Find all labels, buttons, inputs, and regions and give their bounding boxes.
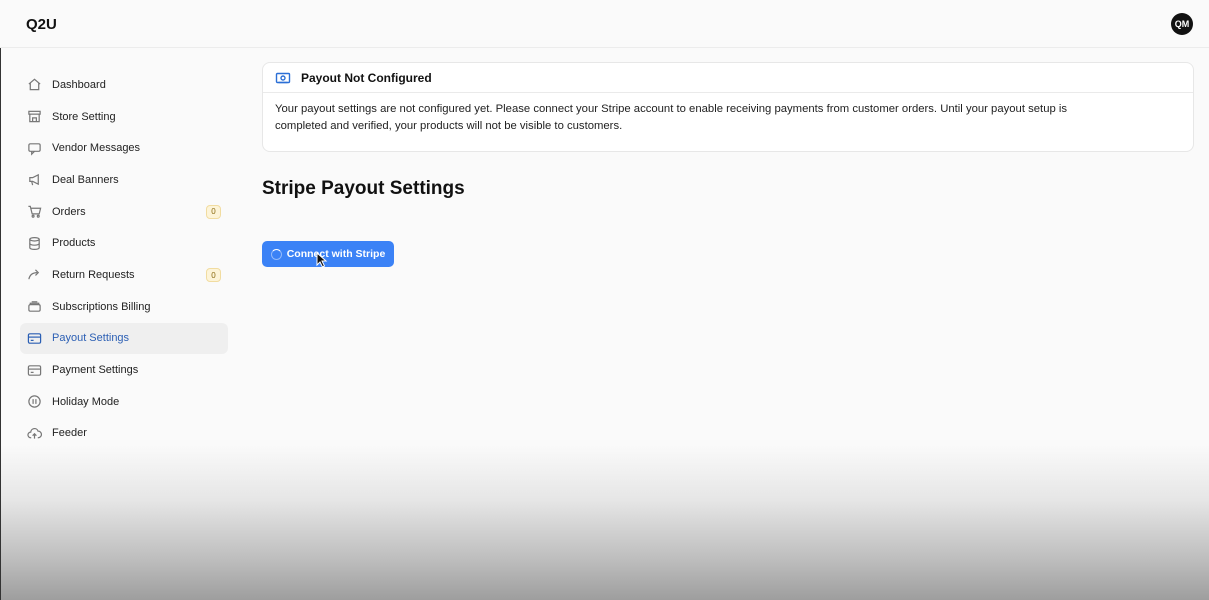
alert-message-line: Your payout settings are not configured … — [275, 103, 1068, 115]
sidebar-item-return-requests[interactable]: Return Requests 0 — [20, 259, 228, 291]
alert-header: Payout Not Configured — [263, 63, 1193, 93]
pause-icon — [26, 394, 42, 410]
sidebar-item-label: Subscriptions Billing — [52, 300, 151, 313]
connect-stripe-button[interactable]: Connect with Stripe — [262, 241, 394, 267]
banknote-icon — [275, 70, 291, 86]
sidebar-item-payment-settings[interactable]: Payment Settings — [20, 354, 228, 386]
connect-stripe-label: Connect with Stripe — [286, 248, 386, 260]
megaphone-icon — [26, 172, 42, 188]
alert-title: Payout Not Configured — [301, 70, 432, 85]
card-icon — [26, 330, 42, 346]
sidebar-item-label: Products — [52, 237, 96, 250]
archive-icon — [26, 299, 42, 315]
page-title: Stripe Payout Settings — [262, 178, 465, 199]
loading-spinner-icon — [270, 248, 282, 260]
alert-message-line: completed and verified, your products wi… — [275, 120, 623, 132]
cart-icon — [26, 204, 42, 220]
store-icon — [26, 109, 42, 125]
mouse-pointer-icon — [316, 252, 328, 268]
sidebar-item-payout-settings[interactable]: Payout Settings — [20, 322, 228, 355]
returns-count-badge: 0 — [206, 268, 221, 283]
sidebar-item-feeder[interactable]: Feeder — [20, 418, 228, 450]
sidebar-item-vendor-messages[interactable]: Vendor Messages — [20, 132, 228, 164]
sidebar-item-label: Dashboard — [52, 78, 106, 91]
sidebar-item-label: Vendor Messages — [52, 142, 141, 155]
orders-count-badge: 0 — [206, 204, 221, 219]
sidebar-item-label: Holiday Mode — [52, 395, 120, 408]
alert-message: Your payout settings are not configured … — [263, 93, 1193, 135]
sidebar: Dashboard Store Setting Vendor Messages … — [20, 69, 228, 449]
app-logo[interactable]: Q2U — [26, 16, 57, 33]
sidebar-item-deal-banners[interactable]: Deal Banners — [20, 164, 228, 196]
database-icon — [26, 235, 42, 251]
sidebar-item-label: Payout Settings — [52, 332, 130, 345]
sidebar-item-dashboard[interactable]: Dashboard — [20, 69, 228, 101]
cloud-upload-icon — [26, 425, 42, 441]
message-icon — [26, 140, 42, 156]
return-arrow-icon — [26, 267, 42, 283]
sidebar-item-subscriptions-billing[interactable]: Subscriptions Billing — [20, 291, 228, 323]
top-bar: Q2U QM — [0, 0, 1209, 48]
card-icon — [26, 362, 42, 378]
sidebar-item-products[interactable]: Products — [20, 227, 228, 259]
sidebar-item-label: Deal Banners — [52, 173, 119, 186]
sidebar-item-holiday-mode[interactable]: Holiday Mode — [20, 386, 228, 418]
user-avatar[interactable]: QM — [1171, 13, 1193, 35]
home-icon — [26, 77, 42, 93]
payout-alert-card: Payout Not Configured Your payout settin… — [262, 62, 1194, 152]
sidebar-item-store-setting[interactable]: Store Setting — [20, 101, 228, 133]
sidebar-item-label: Feeder — [52, 427, 87, 440]
sidebar-item-label: Store Setting — [52, 110, 116, 123]
sidebar-item-label: Orders — [52, 205, 86, 218]
sidebar-item-label: Return Requests — [52, 268, 135, 281]
sidebar-item-label: Payment Settings — [52, 364, 139, 377]
sidebar-item-orders[interactable]: Orders 0 — [20, 196, 228, 228]
